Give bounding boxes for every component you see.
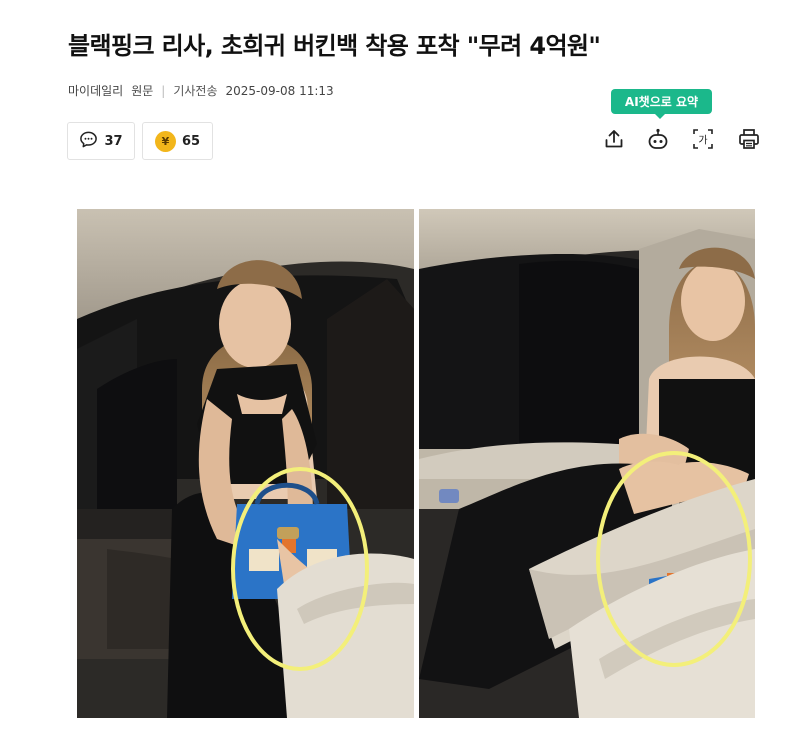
source-name[interactable]: 마이데일리 — [68, 82, 123, 99]
font-size-icon[interactable]: 가 — [690, 126, 716, 152]
meta-divider: | — [161, 83, 166, 98]
photo-right — [419, 209, 755, 718]
font-size-glyph: 가 — [698, 135, 707, 147]
comments-button[interactable]: 37 — [67, 122, 135, 160]
article-meta: 마이데일리 원문 | 기사전송 2025-09-08 11:13 — [68, 82, 334, 99]
print-icon[interactable] — [736, 126, 762, 152]
reaction-count: 65 — [181, 133, 201, 149]
coin-icon: ¥ — [154, 130, 176, 152]
share-icon[interactable] — [601, 126, 627, 152]
original-link[interactable]: 원문 — [131, 82, 153, 99]
article-headline: 블랙핑크 리사, 초희귀 버킨백 착용 포착 "무려 4억원" — [68, 32, 601, 60]
ai-summary-icon[interactable] — [645, 126, 671, 152]
sent-label: 기사전송 — [173, 84, 218, 98]
reactions-button[interactable]: ¥ 65 — [142, 122, 213, 160]
timestamp: 2025-09-08 11:13 — [225, 83, 334, 98]
ai-summary-badge[interactable]: AI챗으로 요약 — [611, 89, 712, 119]
article-photo — [77, 209, 755, 718]
photo-left — [77, 209, 414, 718]
comment-count: 37 — [104, 133, 123, 149]
comment-icon — [79, 130, 98, 153]
